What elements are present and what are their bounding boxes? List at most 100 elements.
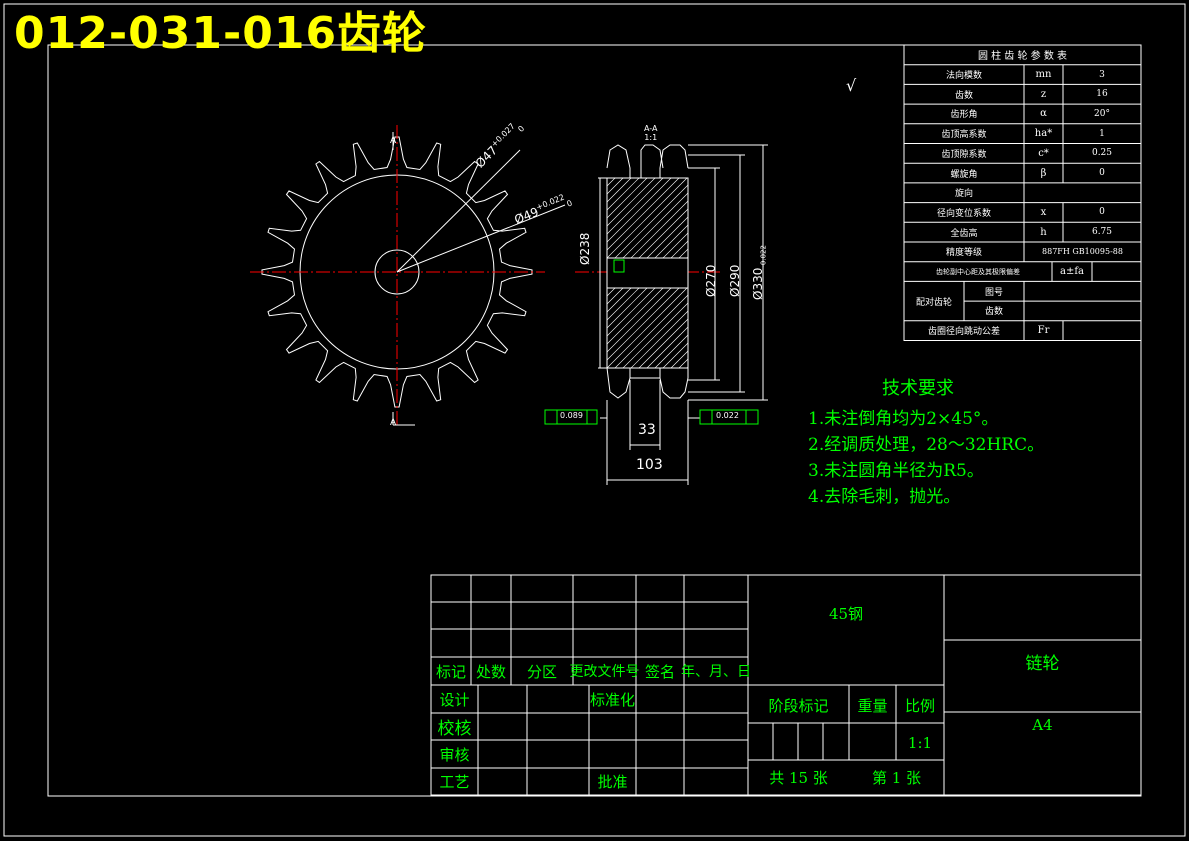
front-leaders (392, 132, 566, 426)
tb-doc: 更改文件号 (569, 664, 640, 680)
hatch-line (662, 342, 689, 369)
hatch-line (606, 287, 672, 353)
hatch-line (606, 177, 648, 219)
hatch-line (638, 318, 689, 369)
param-row-value: 1 (1099, 128, 1105, 139)
dim-dia-330-value: Ø330 (751, 267, 765, 300)
param-row-name: 齿数 (954, 90, 973, 101)
hatch-line (606, 177, 656, 227)
dim-dia-270: Ø270 (704, 264, 718, 297)
param-pair-drawing-no: 图号 (984, 287, 1003, 298)
param-row-name: 齿轮副中心距及其极限偏差 (936, 267, 1020, 276)
param-row-name: 径向变位系数 (936, 208, 991, 219)
param-row-value (1063, 321, 1141, 341)
hatch-line (670, 350, 689, 369)
tb-qty: 处数 (475, 662, 506, 681)
param-row-symbol: x (1040, 206, 1047, 218)
tech-req-item-4: 4.去除毛刺，抛光。 (808, 487, 961, 507)
roughness-symbol: √ (846, 76, 857, 95)
param-row-symbol: c* (1038, 147, 1049, 159)
section-mark-top: A (390, 136, 397, 146)
section-label-scale: 1:1 (644, 133, 658, 142)
tb-sign: 签名 (644, 662, 675, 681)
tb-mark: 标记 (435, 662, 466, 681)
param-row-name: 精度等级 (945, 248, 982, 259)
tb-zone: 分区 (526, 662, 557, 681)
tb-ratio: 比例 (904, 696, 935, 715)
hatch-line (606, 287, 664, 345)
dim-dia-330: Ø330-0.022 (751, 245, 767, 300)
tech-req-title: 技术要求 (882, 378, 954, 399)
hatch-line (622, 302, 689, 369)
tb-process: 工艺 (439, 773, 470, 791)
tb-design: 设计 (439, 690, 470, 709)
param-row-value: 887FH GB10095-88 (1042, 247, 1123, 257)
param-row-value: 0.25 (1091, 148, 1113, 159)
tb-standard: 标准化 (589, 690, 635, 709)
hatch-line (606, 177, 680, 251)
dim-dia-330-tol: -0.022 (759, 245, 768, 268)
tb-date: 年、月、日 (681, 664, 751, 680)
param-row-value: 0 (1099, 168, 1105, 179)
param-row-value: 6.75 (1091, 227, 1113, 238)
hatch-line (646, 326, 689, 369)
tb-sheet-no: 第 1 张 (871, 768, 922, 787)
hatch-line (670, 240, 689, 259)
dim-width-103: 103 (636, 457, 663, 473)
hatch-line (654, 334, 689, 369)
dim-dia-290: Ø290 (728, 264, 742, 297)
param-row-symbol: ha* (1034, 128, 1053, 140)
hatch-line (646, 216, 689, 259)
param-row-name: 齿顶高系数 (941, 130, 987, 141)
param-row-symbol: mn (1035, 69, 1052, 81)
tb-stage: 阶段标记 (768, 696, 829, 715)
material-label: 45钢 (828, 604, 864, 623)
tech-req-item-2: 2.经调质处理，28～32HRC。 (808, 435, 1045, 455)
param-row-symbol: z (1040, 88, 1047, 100)
param-row-name: 旋向 (954, 189, 973, 200)
tb-scale-value: 1:1 (907, 734, 933, 752)
param-row-symbol: Fr (1037, 325, 1050, 337)
hatch-line (662, 232, 689, 259)
tech-req-item-1: 1.未注倒角均为2×45°。 (808, 409, 999, 429)
dim-width-33: 33 (638, 422, 656, 438)
param-row-name: 法向模数 (945, 71, 982, 82)
drawing-title: 012-031-016齿轮 (14, 8, 428, 59)
hatch-line (678, 248, 689, 259)
param-row-value: 16 (1096, 89, 1108, 100)
part-name: 链轮 (1025, 653, 1060, 674)
hatch-line (606, 177, 672, 243)
hatch-line (606, 287, 640, 321)
section-label-name: A-A (644, 124, 658, 133)
dim-dia-238: Ø238 (578, 232, 592, 265)
tol-left-value: 0.089 (560, 411, 583, 420)
param-row-name: 齿圈径向跳动公差 (927, 327, 1000, 338)
param-row-symbol: β (1040, 167, 1047, 179)
param-row-value: 20° (1094, 108, 1110, 119)
hatch-line (606, 177, 616, 187)
hatch-line (622, 192, 689, 259)
section-label: A-A 1:1 (644, 124, 657, 142)
param-row-name: 齿顶隙系数 (941, 149, 987, 160)
hatch-line (614, 184, 689, 259)
tb-check: 校核 (437, 719, 472, 739)
param-row-symbol (1024, 183, 1063, 203)
param-row-name: 配对齿轮 (915, 297, 952, 308)
tol-right-value: 0.022 (716, 411, 739, 420)
tb-sheets: 共 15 张 (769, 768, 828, 787)
hatch-line (654, 224, 689, 259)
param-row-name: 齿形角 (950, 110, 978, 121)
param-row-symbol: h (1040, 226, 1047, 238)
tb-weight: 重量 (857, 696, 888, 715)
param-table-title: 圆 柱 齿 轮 参 数 表 (977, 51, 1068, 63)
hatch-line (606, 287, 648, 329)
param-row-symbol: α (1040, 108, 1047, 120)
param-row-value: 3 (1099, 69, 1105, 80)
section-dims (598, 144, 768, 485)
hatch-line (606, 177, 640, 211)
hatch-line (606, 287, 624, 305)
param-row-symbol: a±fa (1059, 266, 1084, 278)
param-row-name: 全齿高 (950, 228, 978, 239)
tb-approve: 批准 (597, 773, 628, 791)
hatch-line (606, 177, 664, 235)
